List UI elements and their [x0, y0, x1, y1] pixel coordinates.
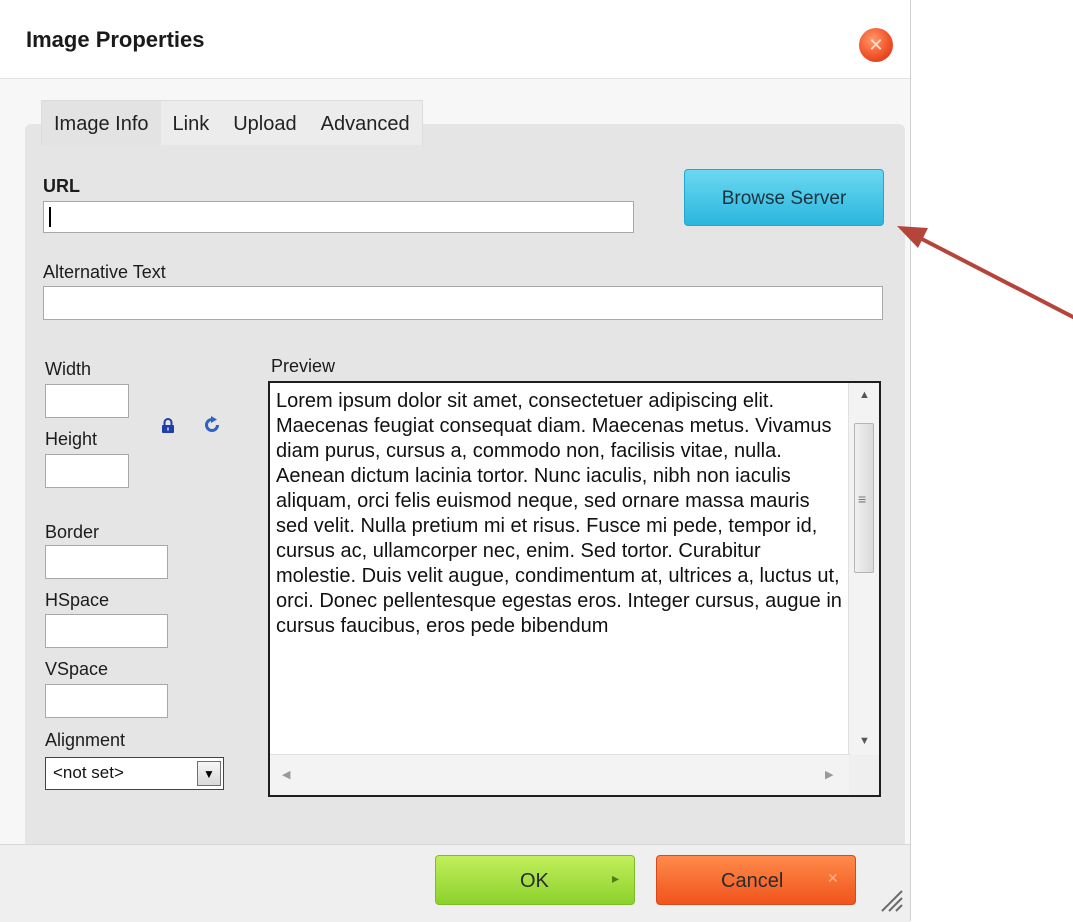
- annotation-arrow: [897, 226, 1073, 320]
